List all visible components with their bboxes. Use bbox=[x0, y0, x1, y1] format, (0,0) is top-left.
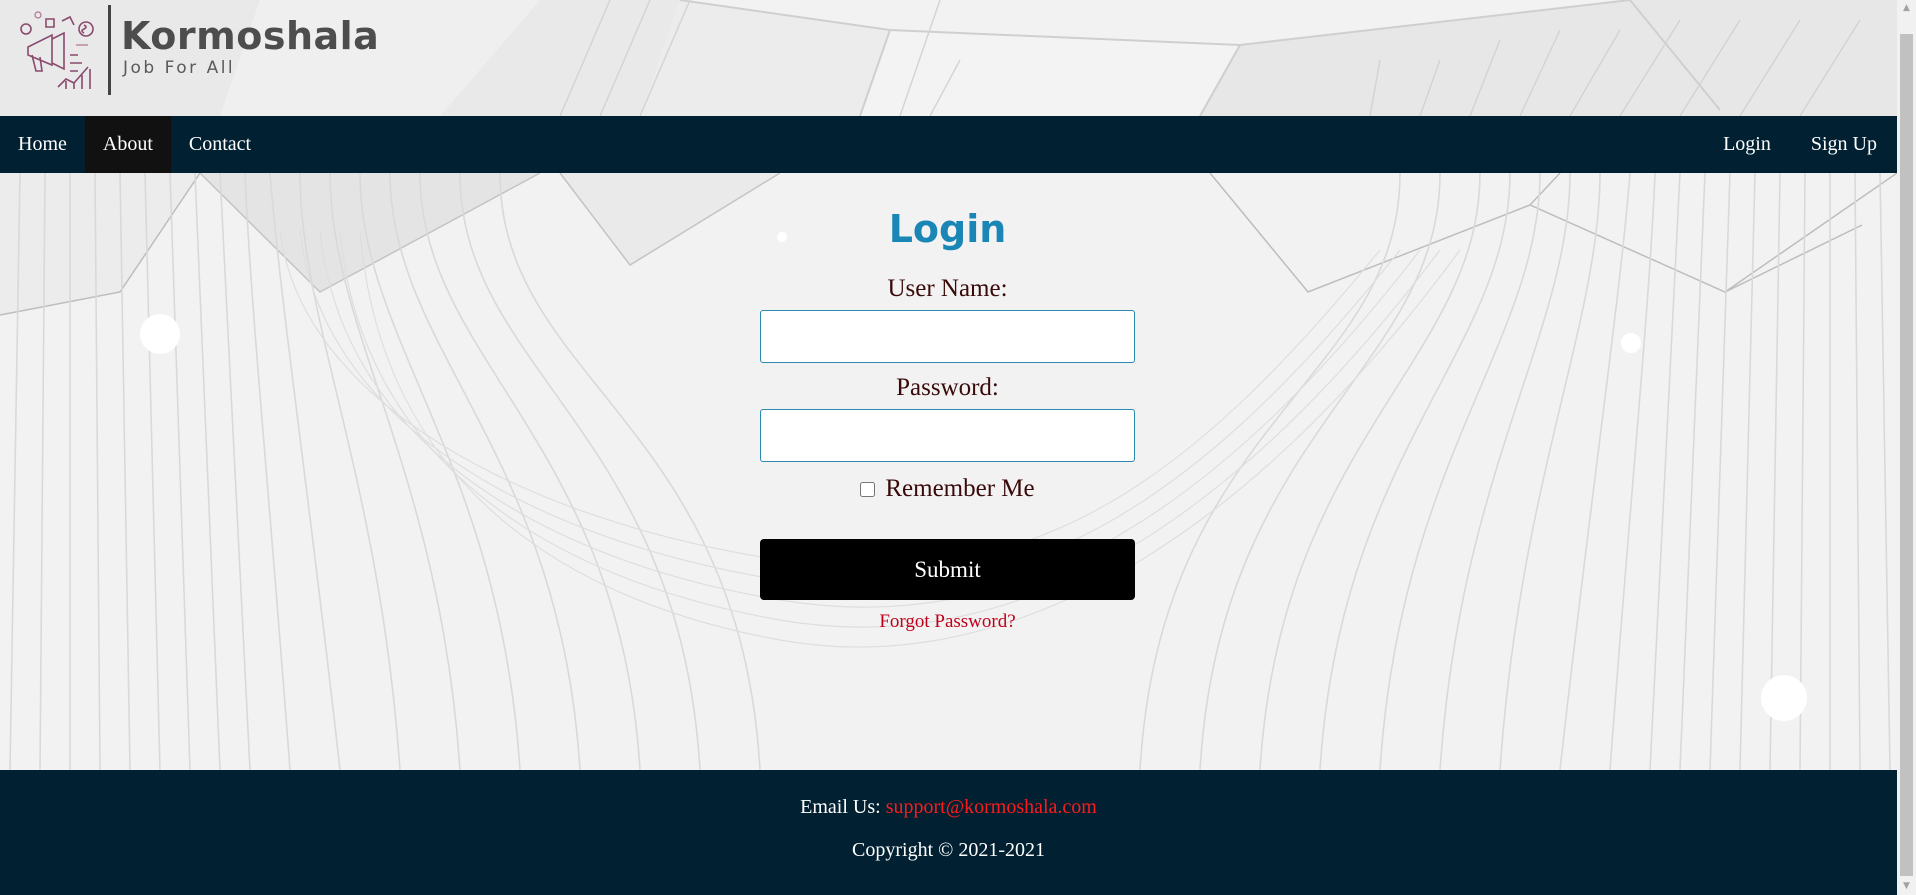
footer-email-link[interactable]: support@kormoshala.com bbox=[886, 796, 1097, 818]
password-label: Password: bbox=[896, 374, 999, 401]
footer-copyright: Copyright © 2021-2021 bbox=[852, 839, 1045, 861]
brand-tagline: Job For All bbox=[123, 58, 236, 78]
login-title: Login bbox=[888, 207, 1007, 251]
scroll-down-arrow-icon[interactable]: ▼ bbox=[1897, 878, 1916, 895]
nav-login-link[interactable]: Login bbox=[1703, 116, 1791, 173]
footer-email-prefix: Email Us: bbox=[800, 796, 881, 818]
remember-me-label[interactable]: Remember Me bbox=[885, 475, 1034, 503]
page: Kormoshala Job For All Home About Contac… bbox=[0, 0, 1897, 895]
site-footer: Email Us: support@kormoshala.com Copyrig… bbox=[0, 770, 1897, 895]
megaphone-growth-icon bbox=[20, 11, 94, 89]
nav-left-group: Home About Contact bbox=[0, 116, 269, 173]
nav-right-group: Login Sign Up bbox=[1703, 116, 1897, 173]
nav-signup-link[interactable]: Sign Up bbox=[1791, 116, 1897, 173]
logo-text: Kormoshala Job For All bbox=[121, 14, 379, 78]
nav-about-link[interactable]: About bbox=[84, 116, 171, 173]
submit-button[interactable]: Submit bbox=[760, 539, 1135, 600]
site-header: Kormoshala Job For All bbox=[0, 0, 1897, 116]
page-scrollbar[interactable]: ▲ ▼ bbox=[1897, 0, 1916, 895]
login-form: Login User Name: Password: Remember Me S… bbox=[760, 190, 1135, 633]
footer-email-row: Email Us: support@kormoshala.com bbox=[0, 794, 1897, 820]
password-input[interactable] bbox=[760, 409, 1135, 462]
brand-name: Kormoshala bbox=[121, 14, 380, 58]
scroll-up-arrow-icon[interactable]: ▲ bbox=[1897, 0, 1916, 17]
forgot-password-link[interactable]: Forgot Password? bbox=[879, 611, 1015, 633]
scrollbar-thumb[interactable] bbox=[1900, 34, 1913, 876]
username-input[interactable] bbox=[760, 310, 1135, 363]
nav-contact-link[interactable]: Contact bbox=[171, 116, 269, 173]
brand-logo[interactable]: Kormoshala Job For All bbox=[18, 4, 379, 96]
main-navbar: Home About Contact Login Sign Up bbox=[0, 116, 1897, 173]
logo-divider bbox=[108, 5, 111, 95]
remember-me-checkbox[interactable] bbox=[860, 481, 876, 497]
username-label: User Name: bbox=[887, 275, 1008, 302]
remember-me-row: Remember Me bbox=[760, 474, 1135, 504]
nav-home-link[interactable]: Home bbox=[0, 116, 85, 173]
